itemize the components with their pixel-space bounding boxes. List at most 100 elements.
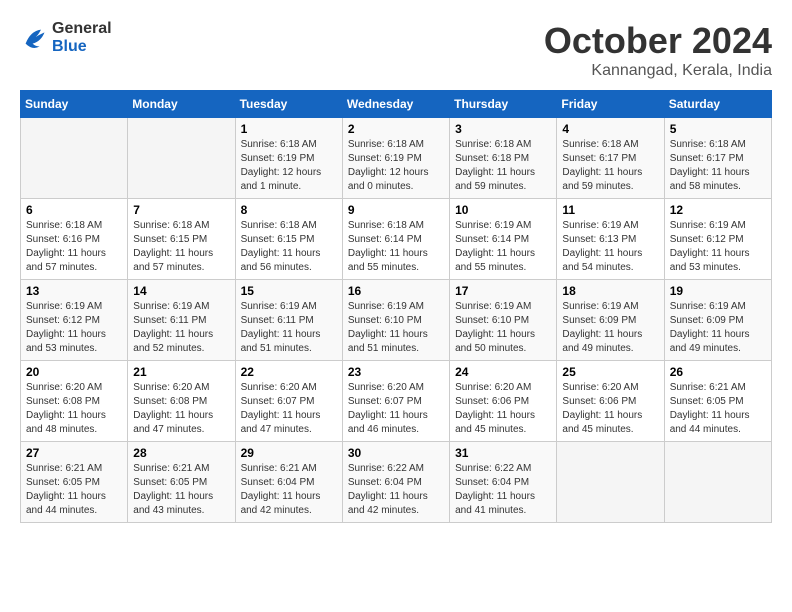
day-number: 22 [241,365,337,379]
day-number: 27 [26,446,122,460]
day-number: 26 [670,365,766,379]
day-info: Sunrise: 6:19 AMSunset: 6:12 PMDaylight:… [26,300,122,356]
day-info: Sunrise: 6:19 AMSunset: 6:10 PMDaylight:… [348,300,444,356]
calendar-table: SundayMondayTuesdayWednesdayThursdayFrid… [20,90,772,523]
weekday-header: Tuesday [235,91,342,118]
day-number: 16 [348,284,444,298]
calendar-cell [557,442,664,523]
day-info: Sunrise: 6:18 AMSunset: 6:16 PMDaylight:… [26,219,122,275]
day-info: Sunrise: 6:18 AMSunset: 6:17 PMDaylight:… [670,138,766,194]
day-info: Sunrise: 6:22 AMSunset: 6:04 PMDaylight:… [348,462,444,518]
calendar-week-row: 1 Sunrise: 6:18 AMSunset: 6:19 PMDaylight… [21,118,772,199]
calendar-cell: 3Sunrise: 6:18 AMSunset: 6:18 PMDaylight… [450,118,557,199]
calendar-cell: 10 Sunrise: 6:19 AMSunset: 6:14 PMDayligh… [450,199,557,280]
calendar-cell: 22 Sunrise: 6:20 AMSunset: 6:07 PMDayligh… [235,361,342,442]
calendar-cell: 11 Sunrise: 6:19 AMSunset: 6:13 PMDayligh… [557,199,664,280]
day-info: Sunrise: 6:21 AMSunset: 6:05 PMDaylight:… [670,381,766,437]
day-info: Sunrise: 6:19 AMSunset: 6:14 PMDaylight:… [455,219,551,275]
day-number: 13 [26,284,122,298]
day-info: Sunrise: 6:18 AMSunset: 6:17 PMDaylight:… [562,138,658,194]
day-info: Sunrise: 6:19 AMSunset: 6:09 PMDaylight:… [670,300,766,356]
day-number: 2 [348,122,444,136]
day-number: 29 [241,446,337,460]
day-info: Sunrise: 6:19 AMSunset: 6:12 PMDaylight:… [670,219,766,275]
calendar-cell: 26 Sunrise: 6:21 AMSunset: 6:05 PMDayligh… [664,361,771,442]
calendar-cell: 15 Sunrise: 6:19 AMSunset: 6:11 PMDayligh… [235,280,342,361]
day-info: Sunrise: 6:20 AMSunset: 6:06 PMDaylight:… [455,381,551,437]
calendar-cell: 6Sunrise: 6:18 AMSunset: 6:16 PMDaylight… [21,199,128,280]
calendar-cell [128,118,235,199]
weekday-header: Friday [557,91,664,118]
day-info: Sunrise: 6:21 AMSunset: 6:05 PMDaylight:… [133,462,229,518]
day-info: Sunrise: 6:20 AMSunset: 6:07 PMDaylight:… [348,381,444,437]
day-number: 31 [455,446,551,460]
calendar-cell [664,442,771,523]
calendar-cell: 13 Sunrise: 6:19 AMSunset: 6:12 PMDayligh… [21,280,128,361]
logo-bird-icon [20,24,48,52]
day-info: Sunrise: 6:20 AMSunset: 6:08 PMDaylight:… [26,381,122,437]
calendar-cell [21,118,128,199]
calendar-cell: 2 Sunrise: 6:18 AMSunset: 6:19 PMDaylight… [342,118,449,199]
calendar-cell: 12Sunrise: 6:19 AMSunset: 6:12 PMDayligh… [664,199,771,280]
day-number: 24 [455,365,551,379]
day-info: Sunrise: 6:19 AMSunset: 6:11 PMDaylight:… [133,300,229,356]
day-info: Sunrise: 6:19 AMSunset: 6:13 PMDaylight:… [562,219,658,275]
calendar-cell: 8 Sunrise: 6:18 AMSunset: 6:15 PMDaylight… [235,199,342,280]
calendar-cell: 5 Sunrise: 6:18 AMSunset: 6:17 PMDaylight… [664,118,771,199]
weekday-header: Monday [128,91,235,118]
day-info: Sunrise: 6:21 AMSunset: 6:05 PMDaylight:… [26,462,122,518]
weekday-header: Saturday [664,91,771,118]
calendar-week-row: 13 Sunrise: 6:19 AMSunset: 6:12 PMDayligh… [21,280,772,361]
calendar-cell: 4Sunrise: 6:18 AMSunset: 6:17 PMDaylight… [557,118,664,199]
day-number: 18 [562,284,658,298]
day-number: 17 [455,284,551,298]
day-number: 15 [241,284,337,298]
weekday-header: Sunday [21,91,128,118]
calendar-cell: 20 Sunrise: 6:20 AMSunset: 6:08 PMDayligh… [21,361,128,442]
day-number: 8 [241,203,337,217]
day-number: 14 [133,284,229,298]
day-info: Sunrise: 6:18 AMSunset: 6:18 PMDaylight:… [455,138,551,194]
day-info: Sunrise: 6:18 AMSunset: 6:14 PMDaylight:… [348,219,444,275]
calendar-cell: 28Sunrise: 6:21 AMSunset: 6:05 PMDayligh… [128,442,235,523]
day-number: 20 [26,365,122,379]
calendar-cell: 23Sunrise: 6:20 AMSunset: 6:07 PMDayligh… [342,361,449,442]
day-number: 11 [562,203,658,217]
day-info: Sunrise: 6:22 AMSunset: 6:04 PMDaylight:… [455,462,551,518]
calendar-cell: 30Sunrise: 6:22 AMSunset: 6:04 PMDayligh… [342,442,449,523]
day-number: 10 [455,203,551,217]
logo-general-text: General [52,20,112,38]
day-info: Sunrise: 6:19 AMSunset: 6:11 PMDaylight:… [241,300,337,356]
day-info: Sunrise: 6:18 AMSunset: 6:19 PMDaylight:… [348,138,444,194]
day-number: 5 [670,122,766,136]
day-info: Sunrise: 6:20 AMSunset: 6:06 PMDaylight:… [562,381,658,437]
location-text: Kannangad, Kerala, India [544,62,772,80]
day-info: Sunrise: 6:20 AMSunset: 6:07 PMDaylight:… [241,381,337,437]
day-info: Sunrise: 6:19 AMSunset: 6:10 PMDaylight:… [455,300,551,356]
title-block: October 2024 Kannangad, Kerala, India [544,20,772,80]
day-info: Sunrise: 6:21 AMSunset: 6:04 PMDaylight:… [241,462,337,518]
calendar-cell: 24 Sunrise: 6:20 AMSunset: 6:06 PMDayligh… [450,361,557,442]
day-number: 9 [348,203,444,217]
calendar-cell: 31 Sunrise: 6:22 AMSunset: 6:04 PMDayligh… [450,442,557,523]
calendar-cell: 19 Sunrise: 6:19 AMSunset: 6:09 PMDayligh… [664,280,771,361]
weekday-header-row: SundayMondayTuesdayWednesdayThursdayFrid… [21,91,772,118]
calendar-cell: 29 Sunrise: 6:21 AMSunset: 6:04 PMDayligh… [235,442,342,523]
day-number: 7 [133,203,229,217]
calendar-cell: 21Sunrise: 6:20 AMSunset: 6:08 PMDayligh… [128,361,235,442]
logo: General Blue [20,20,112,55]
calendar-cell: 25Sunrise: 6:20 AMSunset: 6:06 PMDayligh… [557,361,664,442]
weekday-header: Wednesday [342,91,449,118]
calendar-cell: 16 Sunrise: 6:19 AMSunset: 6:10 PMDayligh… [342,280,449,361]
calendar-cell: 14 Sunrise: 6:19 AMSunset: 6:11 PMDayligh… [128,280,235,361]
month-title: October 2024 [544,20,772,62]
calendar-week-row: 6Sunrise: 6:18 AMSunset: 6:16 PMDaylight… [21,199,772,280]
calendar-week-row: 20 Sunrise: 6:20 AMSunset: 6:08 PMDayligh… [21,361,772,442]
day-number: 19 [670,284,766,298]
calendar-cell: 9 Sunrise: 6:18 AMSunset: 6:14 PMDaylight… [342,199,449,280]
logo-blue-text: Blue [52,38,112,56]
day-info: Sunrise: 6:18 AMSunset: 6:15 PMDaylight:… [241,219,337,275]
day-number: 1 [241,122,337,136]
calendar-cell: 18Sunrise: 6:19 AMSunset: 6:09 PMDayligh… [557,280,664,361]
calendar-week-row: 27 Sunrise: 6:21 AMSunset: 6:05 PMDayligh… [21,442,772,523]
